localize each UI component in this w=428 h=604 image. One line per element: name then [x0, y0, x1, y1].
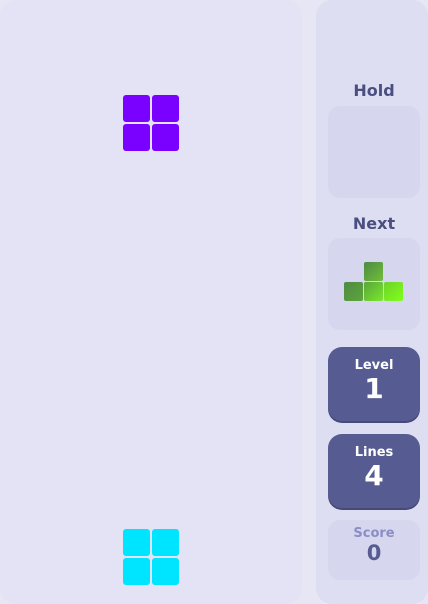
- landed-block: [123, 529, 150, 556]
- level-panel: Level 1: [328, 347, 420, 421]
- score-panel: Score 0: [328, 520, 420, 580]
- score-value: 0: [366, 541, 382, 565]
- score-label: Score: [353, 526, 395, 541]
- next-piece-block: [364, 262, 383, 281]
- falling-piece-block: [152, 95, 179, 122]
- lines-value: 4: [364, 459, 384, 492]
- next-piece-block: [364, 282, 383, 301]
- next-piece-block: [384, 282, 403, 301]
- lines-label: Lines: [354, 445, 394, 460]
- game-board[interactable]: [0, 0, 302, 604]
- level-value: 1: [364, 372, 384, 405]
- hold-label: Hold: [353, 81, 395, 100]
- landed-block: [152, 558, 179, 585]
- next-label: Next: [352, 214, 396, 233]
- falling-piece-block: [123, 95, 150, 122]
- hold-slot[interactable]: [328, 106, 420, 198]
- landed-block: [123, 558, 150, 585]
- landed-block: [152, 529, 179, 556]
- lines-panel: Lines 4: [328, 434, 420, 508]
- falling-piece-block: [123, 124, 150, 151]
- level-label: Level: [354, 358, 394, 373]
- next-piece-block: [344, 282, 363, 301]
- falling-piece-block: [152, 124, 179, 151]
